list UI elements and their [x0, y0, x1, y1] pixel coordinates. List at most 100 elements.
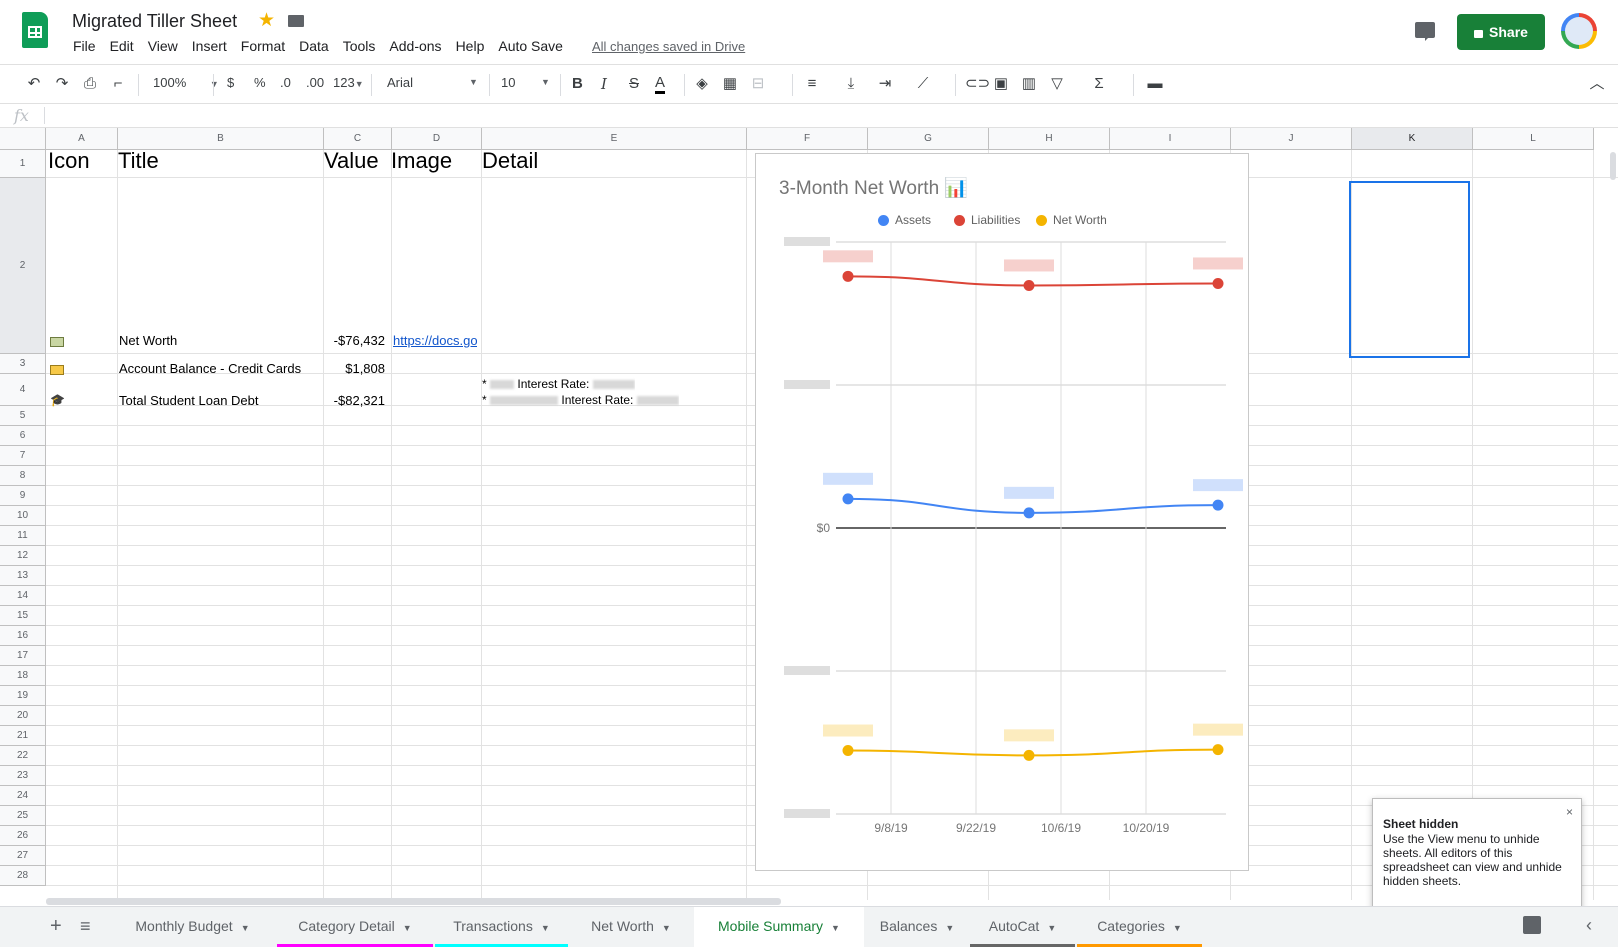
cell-e4-line2[interactable]: * Interest Rate:: [482, 393, 679, 407]
cell-b4[interactable]: Total Student Loan Debt: [119, 393, 259, 408]
menu-format[interactable]: Format: [234, 38, 292, 58]
row-header-7[interactable]: 7: [0, 446, 46, 466]
column-header-l[interactable]: L: [1473, 128, 1594, 150]
cell-c2[interactable]: -$76,432: [322, 333, 385, 348]
menu-insert[interactable]: Insert: [185, 38, 234, 58]
cell-b2[interactable]: Net Worth: [119, 333, 177, 348]
row-header-12[interactable]: 12: [0, 546, 46, 566]
fill-color-icon[interactable]: ◈: [694, 76, 710, 92]
font-family-select[interactable]: Arial ▼: [387, 75, 479, 90]
cell-b3[interactable]: Account Balance - Credit Cards: [119, 361, 301, 376]
row-header-14[interactable]: 14: [0, 586, 46, 606]
merge-cells-icon[interactable]: ⊟: [750, 76, 766, 92]
column-header-e[interactable]: E: [482, 128, 747, 150]
collapse-toolbar-icon[interactable]: ︿: [1589, 76, 1605, 92]
sheet-tab-categories[interactable]: Categories ▼: [1077, 907, 1202, 947]
vertical-scrollbar[interactable]: [1610, 152, 1616, 180]
row-header-10[interactable]: 10: [0, 506, 46, 526]
explore-icon[interactable]: [1523, 916, 1541, 934]
paint-format-icon[interactable]: ⌐: [110, 76, 126, 92]
sheets-logo-icon[interactable]: [22, 12, 48, 48]
cell-a1[interactable]: Icon: [48, 148, 90, 174]
text-wrap-icon[interactable]: ⇥: [877, 76, 893, 92]
column-header-c[interactable]: C: [324, 128, 392, 150]
chevron-down-icon[interactable]: ▼: [541, 923, 550, 933]
bold-button[interactable]: B: [572, 75, 583, 92]
row-header-19[interactable]: 19: [0, 686, 46, 706]
row-header-28[interactable]: 28: [0, 866, 46, 886]
cell-c4[interactable]: -$82,321: [322, 393, 385, 408]
selected-cell-k2[interactable]: [1349, 181, 1470, 358]
select-all-corner[interactable]: [0, 128, 46, 150]
row-header-21[interactable]: 21: [0, 726, 46, 746]
comments-icon[interactable]: [1415, 22, 1435, 41]
column-header-g[interactable]: G: [868, 128, 989, 150]
sheet-tab-mobile-summary[interactable]: Mobile Summary ▼: [694, 907, 864, 947]
row-header-6[interactable]: 6: [0, 426, 46, 446]
chevron-down-icon[interactable]: ▼: [1047, 923, 1056, 933]
menu-help[interactable]: Help: [449, 38, 492, 58]
percent-format-button[interactable]: %: [254, 75, 266, 90]
text-rotation-icon[interactable]: ⟋: [915, 76, 931, 92]
row-header-4[interactable]: 4: [0, 374, 46, 406]
sheet-tab-transactions[interactable]: Transactions ▼: [435, 907, 568, 947]
row-header-2[interactable]: 2: [0, 178, 46, 354]
star-icon[interactable]: ★: [258, 9, 275, 32]
horizontal-align-icon[interactable]: ≡: [804, 76, 820, 92]
zoom-select[interactable]: 100% ▼: [153, 75, 219, 90]
side-panel-toggle-icon[interactable]: ‹: [1586, 915, 1592, 936]
column-header-f[interactable]: F: [747, 128, 868, 150]
chevron-down-icon[interactable]: ▼: [945, 923, 954, 933]
borders-icon[interactable]: ▦: [722, 76, 738, 92]
undo-icon[interactable]: ↶: [26, 76, 42, 92]
menu-tools[interactable]: Tools: [336, 38, 383, 58]
chevron-down-icon[interactable]: ▼: [403, 923, 412, 933]
increase-decimal-button[interactable]: .00: [306, 75, 324, 90]
save-status-link[interactable]: All changes saved in Drive: [592, 39, 745, 54]
menu-data[interactable]: Data: [292, 38, 336, 58]
column-header-h[interactable]: H: [989, 128, 1110, 150]
row-header-16[interactable]: 16: [0, 626, 46, 646]
add-sheet-icon[interactable]: +: [50, 915, 62, 938]
cell-b1[interactable]: Title: [118, 148, 159, 174]
horizontal-scrollbar[interactable]: [46, 898, 781, 905]
row-header-15[interactable]: 15: [0, 606, 46, 626]
column-header-a[interactable]: A: [46, 128, 118, 150]
cell-e1[interactable]: Detail: [482, 148, 538, 174]
menu-auto-save[interactable]: Auto Save: [491, 38, 570, 58]
menu-file[interactable]: File: [66, 38, 103, 58]
chevron-down-icon[interactable]: ▼: [662, 923, 671, 933]
avatar[interactable]: [1561, 13, 1597, 49]
row-header-22[interactable]: 22: [0, 746, 46, 766]
row-header-9[interactable]: 9: [0, 486, 46, 506]
document-title[interactable]: Migrated Tiller Sheet: [72, 11, 237, 32]
italic-button[interactable]: I: [601, 75, 607, 93]
share-button[interactable]: Share: [1457, 14, 1545, 50]
cell-c3[interactable]: $1,808: [322, 361, 385, 376]
cell-e4-line1[interactable]: * Interest Rate:: [482, 377, 635, 391]
chevron-down-icon[interactable]: ▼: [241, 923, 250, 933]
input-tools-icon[interactable]: ▬: [1147, 76, 1163, 92]
sheet-tab-balances[interactable]: Balances ▼: [866, 907, 968, 947]
cell-c1[interactable]: Value: [324, 148, 379, 174]
net-worth-chart[interactable]: 3-Month Net Worth 📊 Assets Liabilities N…: [755, 153, 1249, 871]
row-header-17[interactable]: 17: [0, 646, 46, 666]
row-header-13[interactable]: 13: [0, 566, 46, 586]
insert-chart-icon[interactable]: ▥: [1021, 76, 1037, 92]
strikethrough-button[interactable]: S: [629, 75, 639, 92]
row-header-27[interactable]: 27: [0, 846, 46, 866]
menu-view[interactable]: View: [141, 38, 185, 58]
close-icon[interactable]: ×: [1566, 805, 1573, 819]
cell-d1[interactable]: Image: [391, 148, 452, 174]
sheet-tab-net-worth[interactable]: Net Worth ▼: [570, 907, 692, 947]
row-header-25[interactable]: 25: [0, 806, 46, 826]
row-header-20[interactable]: 20: [0, 706, 46, 726]
sheet-tab-category-detail[interactable]: Category Detail ▼: [277, 907, 433, 947]
currency-format-button[interactable]: $: [227, 75, 234, 90]
row-header-24[interactable]: 24: [0, 786, 46, 806]
font-size-select[interactable]: 10 ▼: [501, 75, 551, 90]
decrease-decimal-button[interactable]: .0: [280, 75, 291, 90]
menu-edit[interactable]: Edit: [103, 38, 141, 58]
row-header-18[interactable]: 18: [0, 666, 46, 686]
row-header-11[interactable]: 11: [0, 526, 46, 546]
